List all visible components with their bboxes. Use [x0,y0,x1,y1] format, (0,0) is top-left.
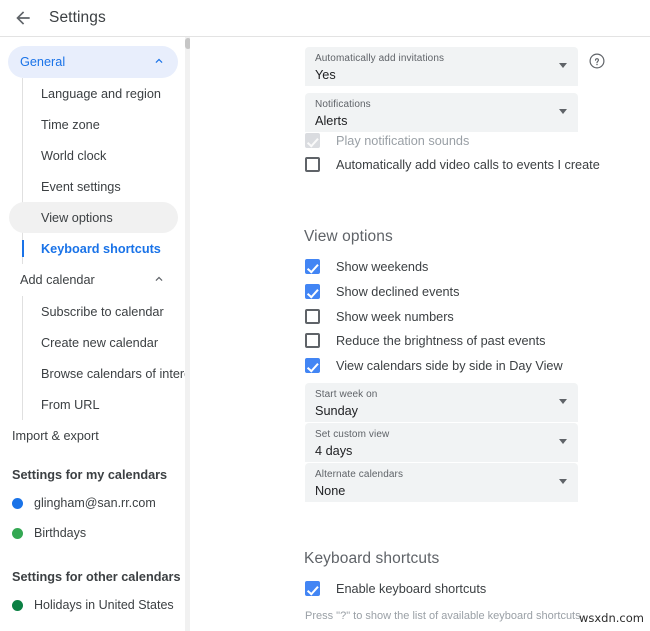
chevron-up-icon [152,54,166,71]
sidebar-calendar-label: Birthdays [34,526,87,540]
sidebar-item-world-clock[interactable]: World clock [23,140,178,171]
sidebar-item-from-url[interactable]: From URL [23,389,178,420]
calendar-color-dot [12,497,23,509]
field-value: Sunday [315,404,359,418]
checkbox-box[interactable] [305,309,320,324]
sidebar-group-general[interactable]: General [8,46,178,78]
chevron-down-icon [559,399,567,404]
sidebar-item-label: Time zone [41,117,100,132]
field-value: Alerts [315,114,348,128]
calendar-color-dot [12,527,23,539]
page-title: Settings [49,9,106,26]
checkbox-label: Enable keyboard shortcuts [336,581,487,596]
checkbox-show-weekends[interactable]: Show weekends [305,259,428,274]
field-label: Notifications [315,99,371,110]
checkbox-enable-keyboard-shortcuts[interactable]: Enable keyboard shortcuts [305,581,486,596]
field-label: Set custom view [315,429,390,440]
section-heading-view-options: View options [304,228,393,245]
sidebar-group-add-calendar-label: Add calendar [20,273,95,287]
checkbox-box[interactable] [305,133,320,148]
select-alternate-calendars[interactable]: Alternate calendars None [305,463,578,502]
sidebar-item-label: Import & export [12,429,99,443]
sidebar-group-general-label: General [20,55,66,69]
sidebar-item-event-settings[interactable]: Event settings [23,171,178,202]
chevron-down-icon [559,479,567,484]
sidebar-item-browse-calendars-of-interest[interactable]: Browse calendars of interest [23,358,190,389]
sidebar-item-language-and-region[interactable]: Language and region [23,78,178,109]
checkbox-label: Show declined events [336,284,460,299]
sidebar-calendar-birthdays[interactable]: Birthdays [0,518,190,548]
sidebar-item-view-options[interactable]: View options [9,202,178,233]
checkbox-box[interactable] [305,284,320,299]
sidebar-item-keyboard-shortcuts[interactable]: Keyboard shortcuts [22,233,178,264]
sidebar-item-label: Language and region [41,86,161,101]
settings-content: Automatically add invitations Yes Notifi… [190,37,650,631]
chevron-down-icon [559,63,567,68]
watermark: wsxdn.com [578,611,644,625]
checkbox-show-week-numbers[interactable]: Show week numbers [305,309,454,324]
sidebar-item-time-zone[interactable]: Time zone [23,109,178,140]
checkbox-play-notification-sounds[interactable]: Play notification sounds [305,133,469,148]
select-start-week-on[interactable]: Start week on Sunday [305,383,578,422]
settings-sidebar[interactable]: General Language and region Time zone Wo… [0,37,190,631]
checkbox-label: Reduce the brightness of past events [336,333,546,348]
settings-page: Settings General Language and region Tim… [0,0,650,631]
sidebar-calendar-holidays-united-states[interactable]: Holidays in United States [0,590,190,620]
section-heading-keyboard-shortcuts: Keyboard shortcuts [304,550,440,567]
calendar-color-dot [12,599,23,611]
sidebar-item-import-export[interactable]: Import & export [0,420,190,452]
checkbox-box[interactable] [305,581,320,596]
sidebar-group-add-calendar[interactable]: Add calendar [8,264,178,296]
back-button[interactable] [6,1,40,35]
select-automatically-add-invitations[interactable]: Automatically add invitations Yes [305,47,578,86]
sidebar-item-label: World clock [41,148,107,163]
sidebar-add-calendar-children: Subscribe to calendar Create new calenda… [22,296,190,420]
checkbox-label: Show week numbers [336,309,454,324]
chevron-up-icon [152,272,166,289]
chevron-down-icon [559,109,567,114]
checkbox-label: View calendars side by side in Day View [336,358,563,373]
sidebar-item-label: Create new calendar [41,335,159,350]
sidebar-section-other-calendars: Settings for other calendars [12,570,181,584]
checkbox-box[interactable] [305,333,320,348]
arrow-left-icon [16,11,30,25]
field-label: Alternate calendars [315,469,404,480]
checkbox-show-declined-events[interactable]: Show declined events [305,284,459,299]
checkbox-label: Automatically add video calls to events … [336,157,600,172]
sidebar-section-my-calendars: Settings for my calendars [12,468,168,482]
checkbox-label: Play notification sounds [336,133,470,148]
select-notifications[interactable]: Notifications Alerts [305,93,578,132]
checkbox-reduce-brightness-past-events[interactable]: Reduce the brightness of past events [305,333,545,348]
sidebar-calendar-glingham[interactable]: glingham@san.rr.com [0,488,190,518]
field-value: None [315,484,346,498]
sidebar-item-label: Browse calendars of interest [41,366,190,381]
checkbox-automatically-add-video-calls[interactable]: Automatically add video calls to events … [305,157,600,172]
sidebar-item-label: Subscribe to calendar [41,304,164,319]
field-value: Yes [315,68,336,82]
checkbox-view-calendars-side-by-side[interactable]: View calendars side by side in Day View [305,358,563,373]
help-circle-icon[interactable] [588,52,606,70]
sidebar-item-label: Keyboard shortcuts [41,241,161,256]
select-set-custom-view[interactable]: Set custom view 4 days [305,423,578,462]
sidebar-calendar-label: Holidays in United States [34,598,174,612]
sidebar-item-subscribe-to-calendar[interactable]: Subscribe to calendar [23,296,178,327]
checkbox-box[interactable] [305,358,320,373]
field-label: Start week on [315,389,378,400]
keyboard-shortcuts-hint: Press "?" to show the list of available … [305,610,581,622]
sidebar-item-label: Event settings [41,179,121,194]
sidebar-item-label: From URL [41,397,100,412]
sidebar-item-create-new-calendar[interactable]: Create new calendar [23,327,178,358]
sidebar-general-children: Language and region Time zone World cloc… [9,78,190,264]
app-header: Settings [0,0,650,37]
field-label: Automatically add invitations [315,53,445,64]
checkbox-box[interactable] [305,259,320,274]
sidebar-calendar-label: glingham@san.rr.com [34,496,156,510]
chevron-down-icon [559,439,567,444]
field-value: 4 days [315,444,353,458]
checkbox-label: Show weekends [336,259,429,274]
checkbox-box[interactable] [305,157,320,172]
sidebar-item-label: View options [41,210,113,225]
